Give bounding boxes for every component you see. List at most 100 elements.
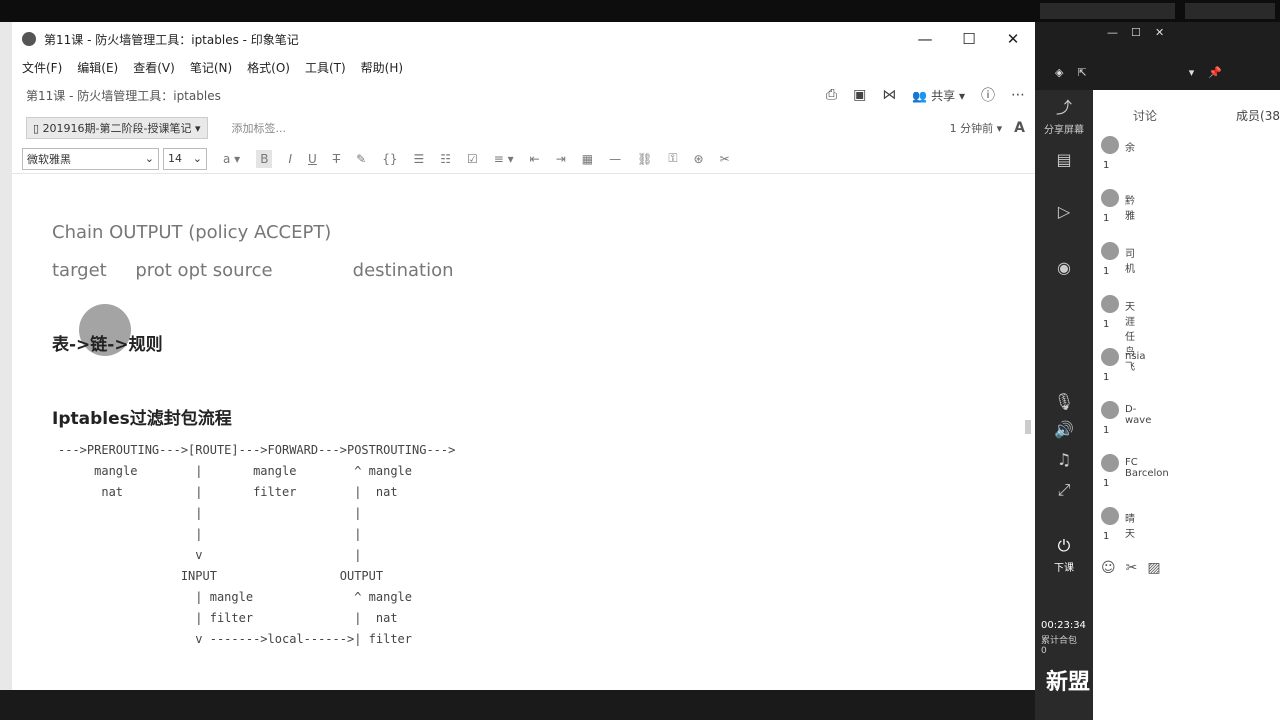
end-class-button[interactable]: ⏻ 下课 (1035, 536, 1093, 574)
menu-tools[interactable]: 工具(T) (305, 59, 346, 76)
record-icon: ◉ (1057, 258, 1071, 277)
bold-icon[interactable]: B (256, 149, 273, 168)
chevron-down-icon[interactable]: ▾ (1189, 66, 1195, 79)
record-button[interactable]: ◉ (1035, 258, 1093, 280)
columns-heading: target prot opt source destination (52, 260, 454, 281)
font-size-icon[interactable]: A (1014, 120, 1025, 136)
music-button[interactable]: ♫ (1035, 450, 1093, 472)
more-icon[interactable]: ⋯ (1011, 87, 1025, 103)
text-color-icon[interactable]: a ▾ (223, 152, 240, 166)
share-button[interactable]: 👥 共享 ▾ (912, 87, 965, 104)
stats-text: 累计合包 0 (1041, 636, 1077, 656)
share-screen-button[interactable]: ⤴ 分享屏幕 (1035, 94, 1093, 136)
font-size-value: 14 (168, 152, 182, 165)
user-name: 黔雅 (1125, 196, 1135, 222)
play-icon: ▷ (1057, 202, 1071, 221)
fullscreen-button[interactable]: ⤢ (1035, 480, 1093, 503)
menu-format[interactable]: 格式(O) (247, 59, 290, 76)
title-bar: 第11课 - 防火墙管理工具：iptables - 印象笔记 — ☐ ✕ (12, 22, 1035, 56)
close-button[interactable]: ✕ (991, 22, 1035, 56)
scissors-icon[interactable]: ✂ (720, 152, 730, 166)
chain-heading: Chain OUTPUT (policy ACCEPT) (52, 222, 332, 243)
user-count: 1 (1103, 372, 1110, 383)
checkbox-icon[interactable]: ☑ (467, 152, 478, 166)
user-count: 1 (1103, 160, 1110, 171)
share-screen-label: 分享屏幕 (1044, 125, 1084, 136)
watermark: 新盟 (1046, 670, 1091, 695)
notebook-selector[interactable]: ▯ 201916期-第二阶段-授课笔记 ▾ (26, 117, 208, 139)
menu-help[interactable]: 帮助(H) (361, 59, 403, 76)
tool-button[interactable]: ▤ (1035, 150, 1093, 172)
add-tag-input[interactable]: 添加标签... (232, 120, 287, 136)
share-screen-icon: ⤴ (1055, 98, 1072, 117)
italic-icon[interactable]: I (288, 152, 292, 166)
chevron-down-icon: ⌄ (144, 152, 154, 165)
pin-icon[interactable]: 📌 (1208, 66, 1222, 79)
emoji-icon[interactable]: ☺ (1101, 560, 1116, 576)
highlight-icon[interactable]: ✎ (356, 152, 366, 166)
tab-members[interactable]: 成员(38 (1236, 107, 1280, 124)
print-icon[interactable]: ⎙ (826, 87, 837, 103)
shield-icon[interactable]: ◈ (1055, 66, 1063, 79)
speaker-icon: 🔊 (1054, 420, 1074, 439)
font-size-select[interactable]: 14 ⌄ (163, 147, 207, 170)
music-icon: ♫ (1056, 450, 1072, 469)
share-network-icon[interactable]: ⋈ (882, 87, 896, 103)
font-family-select[interactable]: 微软雅黑 ⌄ (22, 147, 159, 170)
table-icon[interactable]: ▦ (582, 152, 593, 166)
maximize-button[interactable]: ☐ (947, 22, 991, 56)
link-icon[interactable]: ⛓ (637, 152, 652, 166)
avatar (1101, 401, 1119, 419)
numbered-list-icon[interactable]: ☷ (440, 152, 451, 166)
note-content[interactable]: Chain OUTPUT (policy ACCEPT) target prot… (12, 174, 1035, 674)
divider-icon[interactable]: — (609, 152, 621, 166)
menu-edit[interactable]: 编辑(E) (77, 59, 118, 76)
align-icon[interactable]: ≡ ▾ (494, 152, 514, 166)
notebook-name: 201916期-第二阶段-授课笔记 (42, 122, 192, 135)
chevron-down-icon: ⌄ (192, 152, 202, 165)
window-title: 第11课 - 防火墙管理工具：iptables - 印象笔记 (44, 32, 299, 47)
thumbnail-window[interactable] (1040, 3, 1175, 19)
thumbnail-window[interactable] (1185, 3, 1275, 19)
menu-bar: 文件(F) 编辑(E) 查看(V) 笔记(N) 格式(O) 工具(T) 帮助(H… (12, 56, 1035, 78)
present-icon[interactable]: ▣ (853, 87, 866, 103)
mic-button[interactable]: 🎙 (1035, 392, 1093, 414)
menu-view[interactable]: 查看(V) (133, 59, 175, 76)
avatar (1101, 348, 1119, 366)
scissors-icon[interactable]: ✂ (1126, 560, 1138, 576)
menu-note[interactable]: 笔记(N) (190, 59, 232, 76)
tab-discuss[interactable]: 讨论 (1133, 107, 1157, 124)
user-count: 1 (1103, 213, 1110, 224)
people-icon: 👥 (912, 88, 928, 103)
maximize-button[interactable]: ☐ (1131, 26, 1141, 39)
user-name: D-wave (1125, 404, 1152, 426)
outdent-icon[interactable]: ⇤ (530, 152, 540, 166)
discussion-panel: 讨论 成员(38 余1 黔雅 1 司机 1 天涯任鸟飞 1 nsia 1 D-wave 1… (1093, 90, 1280, 720)
attachment-icon[interactable]: ⊛ (694, 152, 704, 166)
power-icon: ⏻ (1057, 536, 1071, 555)
code-icon[interactable]: {} (382, 152, 397, 166)
info-icon[interactable]: ⓘ (981, 85, 995, 105)
lock-icon[interactable]: ⚿ (668, 151, 677, 166)
play-button[interactable]: ▷ (1035, 202, 1093, 224)
close-button[interactable]: ✕ (1155, 26, 1164, 39)
speaker-button[interactable]: 🔊 (1035, 420, 1093, 442)
user-count: 1 (1103, 531, 1110, 542)
user-name: nsia (1125, 351, 1146, 362)
indent-icon[interactable]: ⇥ (556, 152, 566, 166)
underline-icon[interactable]: U (308, 152, 317, 166)
scrollbar-thumb[interactable] (1025, 420, 1031, 434)
user-count: 1 (1103, 266, 1110, 277)
external-icon[interactable]: ⇱ (1077, 66, 1086, 79)
note-title[interactable]: 第11课 - 防火墙管理工具：iptables (26, 87, 221, 104)
note-title-bar: 第11课 - 防火墙管理工具：iptables ⎙ ▣ ⋈ 👥 共享 ▾ ⓘ ⋯ (12, 78, 1035, 112)
minimize-button[interactable]: — (1107, 26, 1118, 39)
updated-time[interactable]: 1 分钟前 ▾ (950, 120, 1003, 136)
menu-file[interactable]: 文件(F) (22, 59, 62, 76)
user-count: 1 (1103, 478, 1110, 489)
minimize-button[interactable]: — (903, 22, 947, 56)
left-edge (0, 22, 12, 690)
bullet-list-icon[interactable]: ☰ (413, 152, 424, 166)
strikethrough-icon[interactable]: T (333, 152, 340, 166)
image-icon[interactable]: ▨ (1147, 560, 1160, 576)
